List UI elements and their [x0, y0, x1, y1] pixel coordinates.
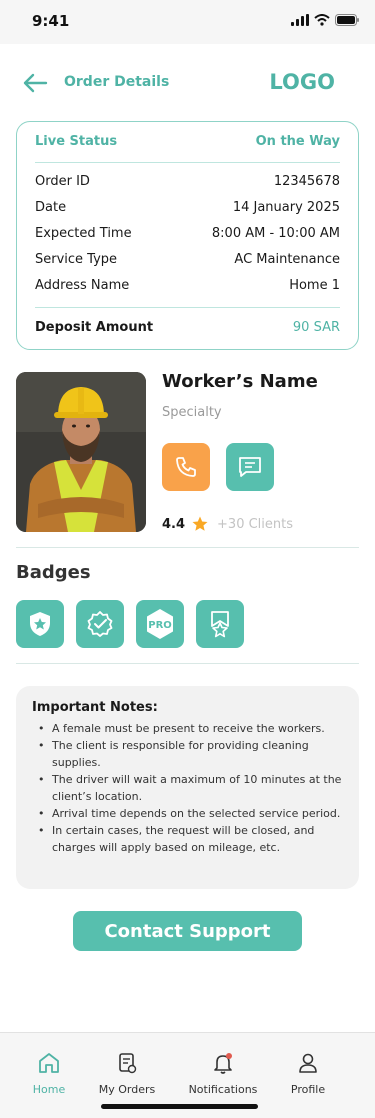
- logo: LOGO: [269, 70, 335, 94]
- nav-item-notifications[interactable]: Notifications: [183, 1051, 263, 1096]
- worker-photo: [16, 372, 146, 532]
- live-status-row: Live Status On the Way: [35, 134, 340, 158]
- note-item: The client is responsible for providing …: [32, 737, 343, 771]
- order-details-card: Live Status On the Way Order ID 12345678…: [16, 121, 359, 350]
- nav-label: Notifications: [188, 1083, 258, 1096]
- phone-icon: [176, 457, 196, 477]
- info-label: Order ID: [35, 174, 90, 189]
- shield-star-icon: [30, 612, 50, 636]
- pro-badge-text: PRO: [148, 620, 172, 631]
- info-label: Address Name: [35, 278, 130, 293]
- rating-row: 4.4 +30 Clients: [162, 514, 293, 534]
- note-item: The driver will wait a maximum of 10 min…: [32, 771, 343, 805]
- badge-item: [16, 600, 64, 648]
- clients-count: +30 Clients: [217, 516, 294, 532]
- header: Order Details LOGO: [0, 62, 375, 106]
- info-row-address-name: Address Name Home 1: [35, 278, 340, 300]
- pro-badge-icon: PRO: [147, 609, 173, 639]
- worker-name: Worker’s Name: [162, 371, 318, 392]
- nav-item-my-orders[interactable]: My Orders: [87, 1051, 167, 1096]
- chat-icon: [239, 457, 261, 477]
- badge-item: PRO: [136, 600, 184, 648]
- divider: [35, 307, 340, 308]
- wifi-icon: [314, 14, 330, 26]
- contact-support-button[interactable]: Contact Support: [73, 911, 302, 951]
- live-status-value: On the Way: [255, 134, 340, 149]
- deposit-label: Deposit Amount: [35, 320, 154, 335]
- worker-specialty: Specialty: [162, 405, 222, 420]
- notes-title: Important Notes:: [32, 700, 158, 715]
- worker-avatar-illustration: [16, 372, 146, 532]
- status-bar: 9:41: [0, 0, 375, 44]
- info-value: AC Maintenance: [234, 252, 340, 267]
- info-row-expected-time: Expected Time 8:00 AM - 10:00 AM: [35, 226, 340, 248]
- deposit-row: Deposit Amount 90 SAR: [35, 320, 340, 342]
- divider: [35, 162, 340, 163]
- info-row-date: Date 14 January 2025: [35, 200, 340, 222]
- battery-icon: [335, 14, 359, 26]
- badge-item: [76, 600, 124, 648]
- page-title: Order Details: [64, 74, 170, 90]
- nav-label: My Orders: [98, 1083, 156, 1096]
- info-value: 14 January 2025: [232, 200, 340, 215]
- badges-row: PRO: [16, 600, 244, 648]
- deposit-value: 90 SAR: [292, 320, 340, 335]
- info-value: 12345678: [273, 174, 340, 189]
- back-arrow-icon[interactable]: [22, 72, 48, 94]
- verified-check-icon: [87, 611, 113, 637]
- info-label: Expected Time: [35, 226, 132, 241]
- badge-item: [196, 600, 244, 648]
- info-label: Date: [35, 200, 67, 215]
- info-row-order-id: Order ID 12345678: [35, 174, 340, 196]
- nav-item-home[interactable]: Home: [9, 1051, 89, 1096]
- info-row-service-type: Service Type AC Maintenance: [35, 252, 340, 274]
- notes-list: A female must be present to receive the …: [32, 720, 343, 856]
- rating-value: 4.4: [162, 516, 186, 532]
- award-ribbon-icon: [211, 611, 229, 638]
- badges-title: Badges: [16, 562, 91, 583]
- star-icon: [192, 516, 208, 531]
- info-value: 8:00 AM - 10:00 AM: [211, 226, 340, 241]
- important-notes-card: Important Notes: A female must be presen…: [16, 686, 359, 889]
- note-item: A female must be present to receive the …: [32, 720, 343, 737]
- status-time: 9:41: [32, 12, 70, 30]
- bell-icon: [214, 1053, 232, 1074]
- orders-icon: [119, 1053, 137, 1074]
- signal-icon: [291, 14, 309, 26]
- home-indicator: [101, 1104, 258, 1109]
- info-label: Service Type: [35, 252, 118, 267]
- call-button[interactable]: [162, 443, 210, 491]
- user-icon: [299, 1053, 317, 1073]
- info-value: Home 1: [289, 278, 340, 293]
- note-item: In certain cases, the request will be cl…: [32, 822, 343, 856]
- home-icon: [39, 1053, 59, 1073]
- nav-label: Home: [32, 1083, 66, 1096]
- status-icons: [291, 14, 359, 26]
- divider: [16, 547, 359, 548]
- note-item: Arrival time depends on the selected ser…: [32, 805, 343, 822]
- chat-button[interactable]: [226, 443, 274, 491]
- live-status-label: Live Status: [35, 134, 118, 149]
- divider: [16, 663, 359, 664]
- nav-label: Profile: [290, 1083, 326, 1096]
- nav-item-profile[interactable]: Profile: [268, 1051, 348, 1096]
